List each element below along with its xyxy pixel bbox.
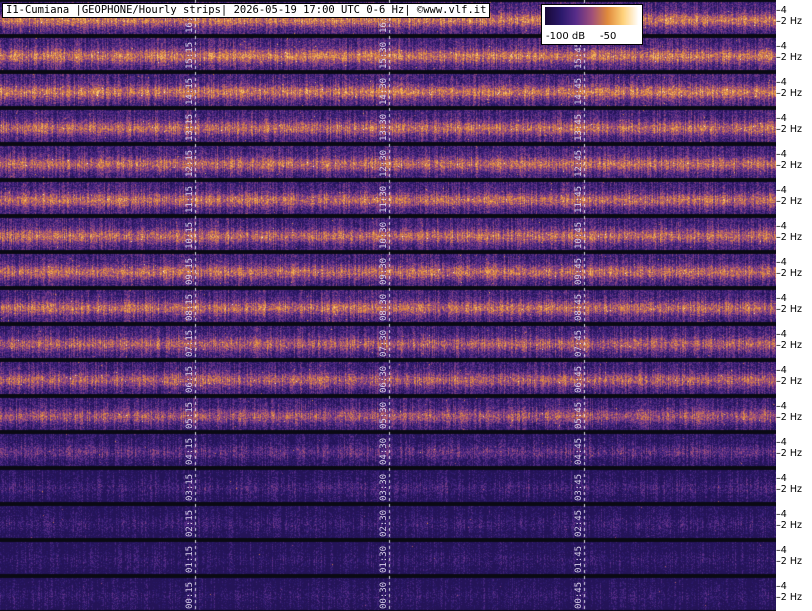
time-marker-label: 01:15 xyxy=(185,545,195,573)
time-marker-label: 02:45 xyxy=(574,509,584,537)
time-marker-label: 02:15 xyxy=(185,509,195,537)
freq-tick-2: –2 Hz xyxy=(776,556,802,567)
time-marker-label: 01:45 xyxy=(574,545,584,573)
time-marker-label: 09:45 xyxy=(574,257,584,285)
legend-max-label: -50 xyxy=(600,31,617,42)
time-marker-label: 05:30 xyxy=(379,401,389,429)
freq-tick-4: –4 xyxy=(776,77,787,88)
freq-tick-2: –2 Hz xyxy=(776,160,802,171)
color-scale-bar xyxy=(545,7,639,25)
freq-tick-2: –2 Hz xyxy=(776,376,802,387)
freq-tick-4: –4 xyxy=(776,581,787,592)
time-marker-label: 00:30 xyxy=(379,581,389,609)
time-marker-label: 13:15 xyxy=(185,113,195,141)
freq-tick-4: –4 xyxy=(776,149,787,160)
time-marker-label: 00:45 xyxy=(574,581,584,609)
time-marker-label: 04:30 xyxy=(379,437,389,465)
time-marker-label: 04:45 xyxy=(574,437,584,465)
time-marker-label: 00:15 xyxy=(185,581,195,609)
time-marker-label: 06:15 xyxy=(185,365,195,393)
freq-tick-2: –2 Hz xyxy=(776,268,802,279)
freq-tick-2: –2 Hz xyxy=(776,196,802,207)
time-marker-label: 08:45 xyxy=(574,293,584,321)
freq-tick-4: –4 xyxy=(776,545,787,556)
freq-tick-2: –2 Hz xyxy=(776,484,802,495)
time-marker-label: 09:30 xyxy=(379,257,389,285)
legend-min-label: -100 dB xyxy=(546,31,586,42)
frequency-axis: –4 –2 Hz –4 –2 Hz –4 –2 Hz –4 –2 Hz –4 –2 Hz –4 –2 … xyxy=(776,0,812,611)
time-marker-label: 15:30 xyxy=(379,41,389,69)
time-marker-label: 15:45 xyxy=(574,41,584,69)
freq-tick-4: –4 xyxy=(776,5,787,16)
time-marker-label: 05:15 xyxy=(185,401,195,429)
freq-tick-2: –2 Hz xyxy=(776,88,802,99)
page-title: I1-Cumiana |GEOPHONE/Hourly strips| 2026… xyxy=(2,3,491,18)
freq-tick-4: –4 xyxy=(776,113,787,124)
freq-tick-4: –4 xyxy=(776,473,787,484)
color-scale-legend: -100 dB -50 xyxy=(541,4,643,45)
freq-tick-4: –4 xyxy=(776,437,787,448)
freq-tick-2: –2 Hz xyxy=(776,448,802,459)
time-marker-label: 08:30 xyxy=(379,293,389,321)
freq-tick-4: –4 xyxy=(776,509,787,520)
time-marker-label: 09:15 xyxy=(185,257,195,285)
time-marker-label: 02:30 xyxy=(379,509,389,537)
time-marker-label: 01:30 xyxy=(379,545,389,573)
time-marker-label: 07:30 xyxy=(379,329,389,357)
freq-tick-4: –4 xyxy=(776,257,787,268)
time-marker-label: 06:30 xyxy=(379,365,389,393)
freq-tick-2: –2 Hz xyxy=(776,232,802,243)
freq-tick-2: –2 Hz xyxy=(776,520,802,531)
time-marker-label: 13:45 xyxy=(574,113,584,141)
time-marker-label: 12:15 xyxy=(185,149,195,177)
time-marker-label: 14:30 xyxy=(379,77,389,105)
freq-tick-2: –2 Hz xyxy=(776,124,802,135)
time-marker-label: 12:45 xyxy=(574,149,584,177)
time-marker-label: 08:15 xyxy=(185,293,195,321)
freq-tick-4: –4 xyxy=(776,41,787,52)
time-marker-label: 07:45 xyxy=(574,329,584,357)
time-marker-label: 06:45 xyxy=(574,365,584,393)
freq-tick-2: –2 Hz xyxy=(776,412,802,423)
time-marker-label: 10:15 xyxy=(185,221,195,249)
color-scale-ticks: -100 dB -50 xyxy=(542,25,642,44)
time-marker-label: 10:45 xyxy=(574,221,584,249)
time-marker-label: 11:30 xyxy=(379,185,389,213)
time-marker-label: 05:45 xyxy=(574,401,584,429)
time-marker-label: 11:45 xyxy=(574,185,584,213)
time-marker-label: 04:15 xyxy=(185,437,195,465)
time-marker-label: 13:30 xyxy=(379,113,389,141)
time-marker-label: 03:30 xyxy=(379,473,389,501)
time-marker-label: 10:30 xyxy=(379,221,389,249)
freq-tick-4: –4 xyxy=(776,221,787,232)
freq-tick-2: –2 Hz xyxy=(776,592,802,603)
freq-tick-4: –4 xyxy=(776,365,787,376)
freq-tick-4: –4 xyxy=(776,293,787,304)
freq-tick-4: –4 xyxy=(776,329,787,340)
time-marker-label: 03:15 xyxy=(185,473,195,501)
freq-tick-2: –2 Hz xyxy=(776,16,802,27)
time-marker-label: 15:15 xyxy=(185,41,195,69)
time-marker-label: 14:15 xyxy=(185,77,195,105)
freq-tick-2: –2 Hz xyxy=(776,52,802,63)
spectrogram-panel: 16:1516:3016:4515:1515:3015:4514:1514:30… xyxy=(0,0,812,611)
freq-tick-4: –4 xyxy=(776,185,787,196)
time-marker-label: 14:45 xyxy=(574,77,584,105)
freq-tick-4: –4 xyxy=(776,401,787,412)
freq-tick-2: –2 Hz xyxy=(776,340,802,351)
time-marker-label: 07:15 xyxy=(185,329,195,357)
time-marker-label: 12:30 xyxy=(379,149,389,177)
time-marker-label: 11:15 xyxy=(185,185,195,213)
freq-tick-2: –2 Hz xyxy=(776,304,802,315)
time-marker-label: 03:45 xyxy=(574,473,584,501)
